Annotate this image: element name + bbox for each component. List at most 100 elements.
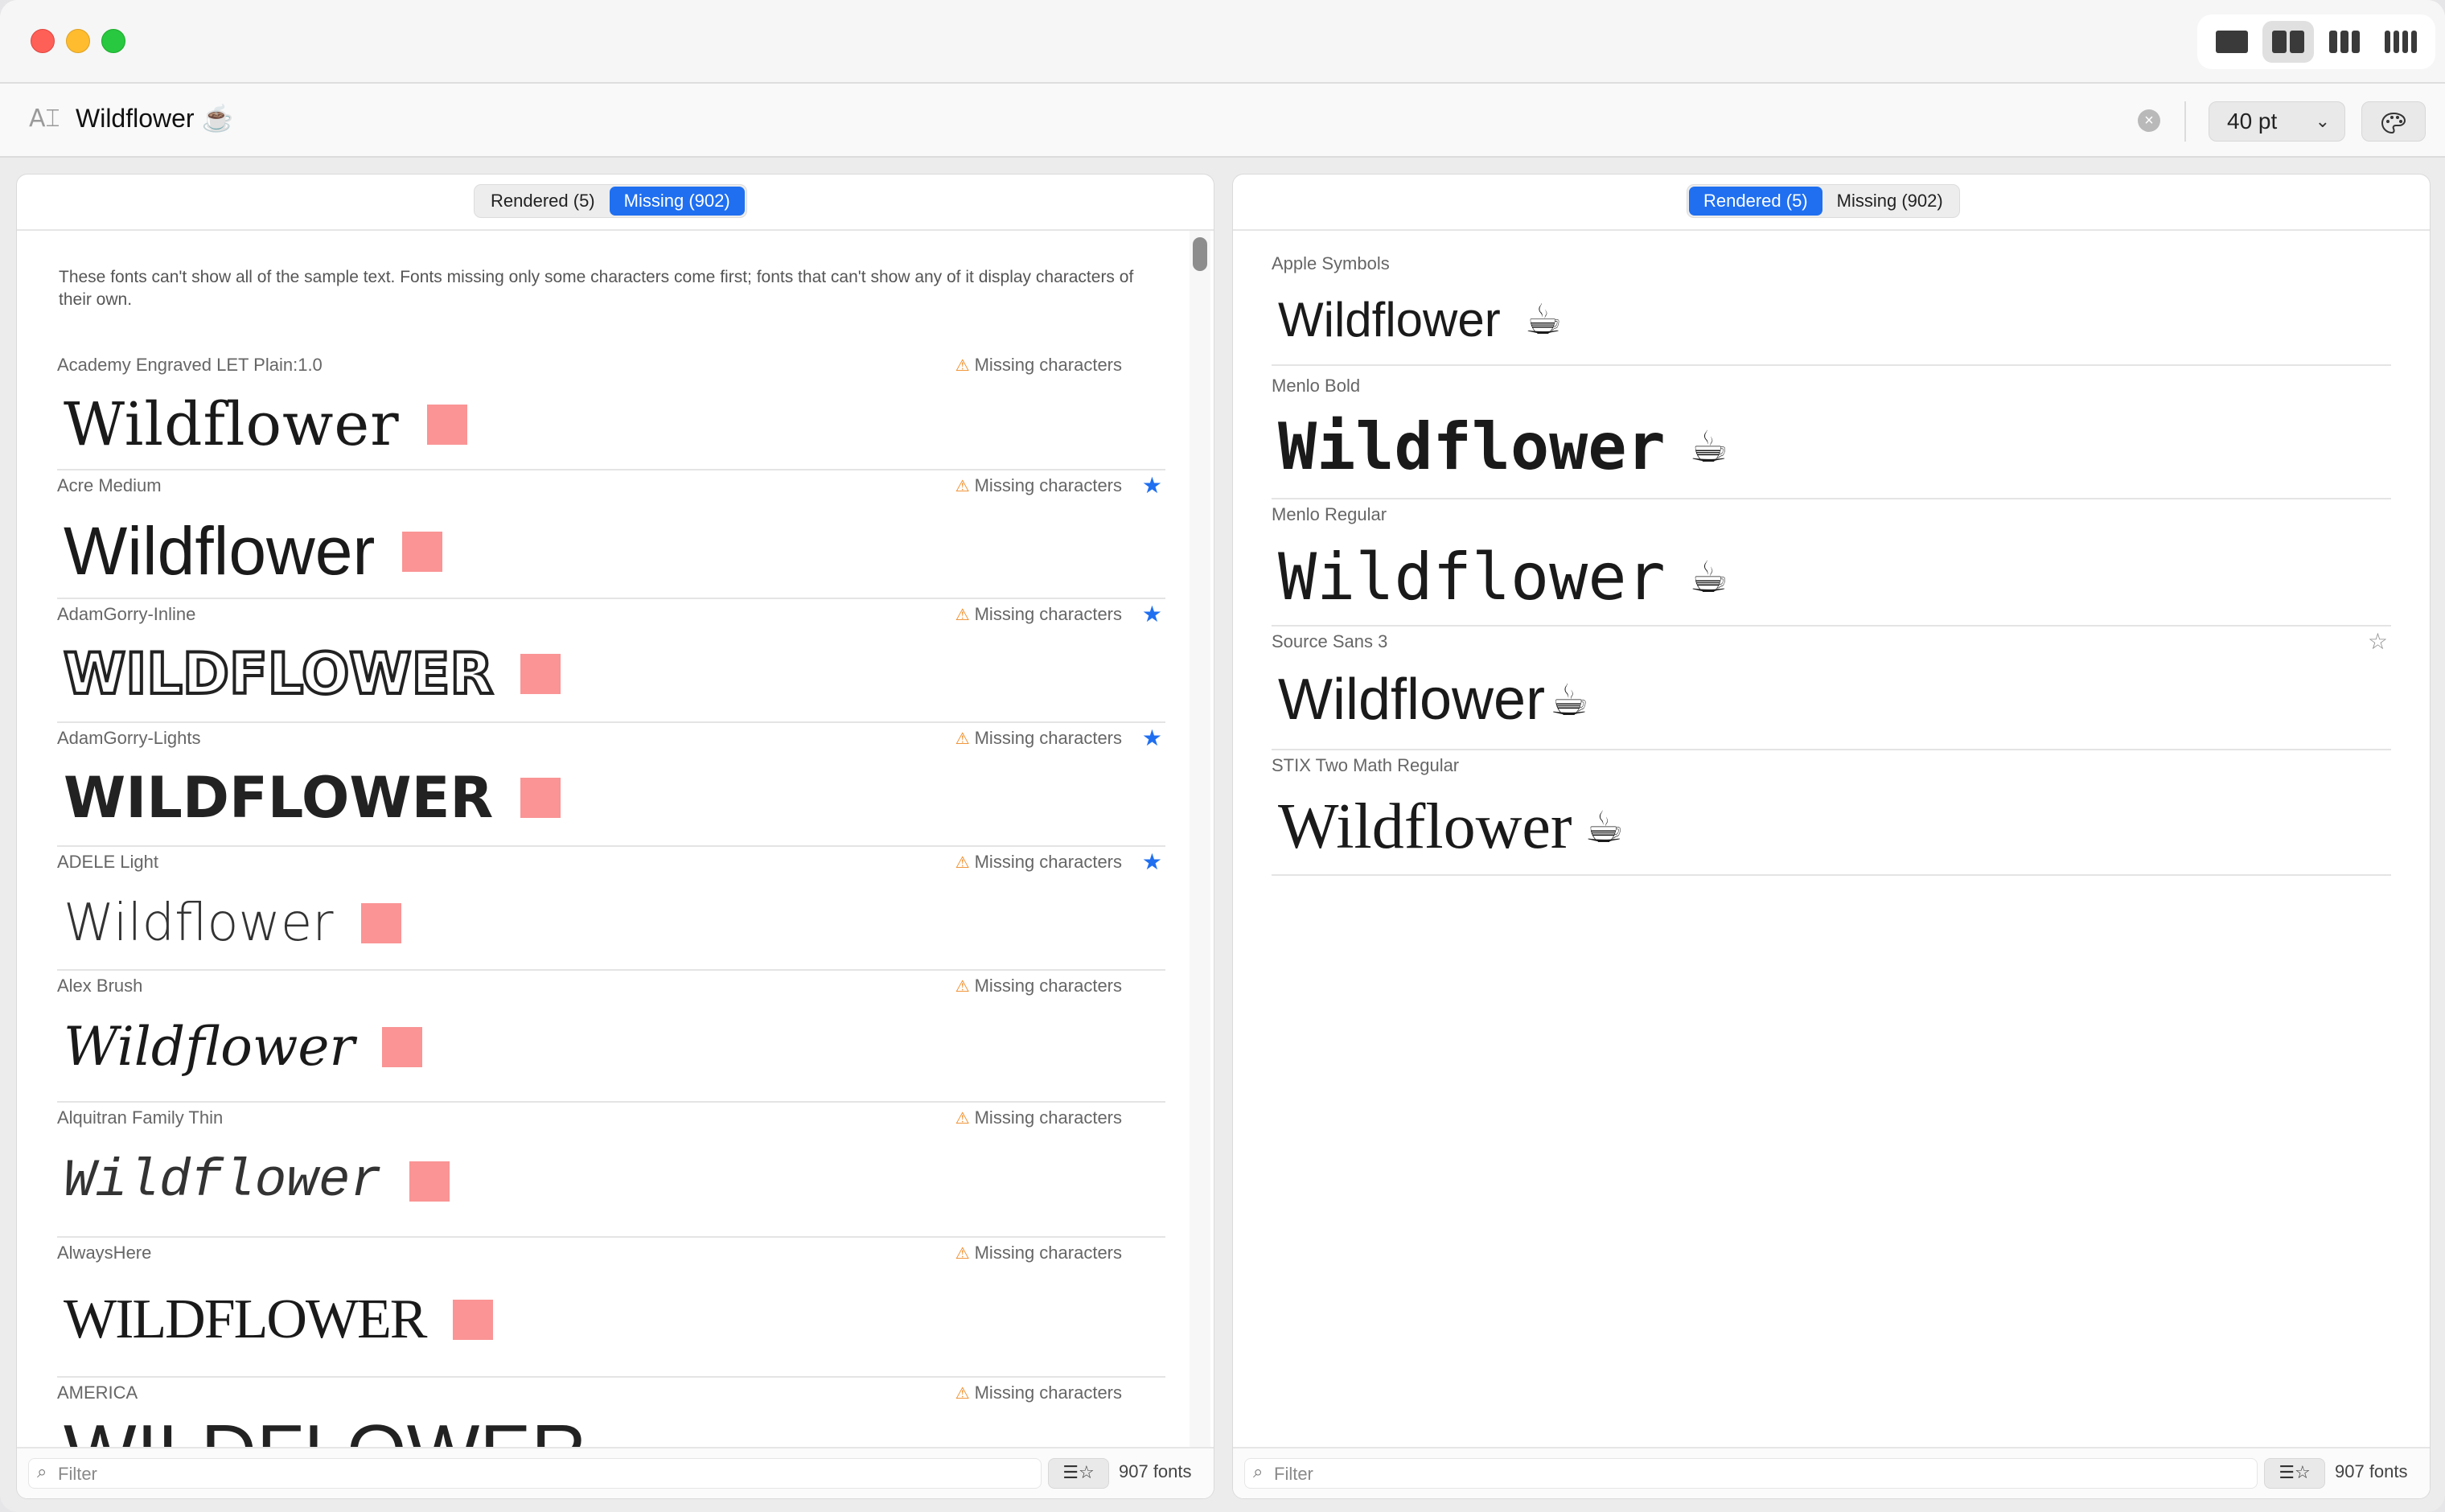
palette-icon xyxy=(2381,112,2406,134)
list-item[interactable]: Academy Engraved LET Plain:1.0 ⚠ Missing … xyxy=(57,351,1165,470)
font-size-select[interactable]: 40 pt ⌄ xyxy=(2209,101,2345,142)
list-item[interactable]: ADELE Light ⚠ Missing characters ★ Wildfl… xyxy=(57,848,1165,971)
font-list[interactable]: Apple Symbols Wildflower ☕ Menlo Bold Wil… xyxy=(1233,231,2430,1447)
star-icon[interactable]: ★ xyxy=(1142,601,1162,627)
sample-text-input[interactable]: Wildflower ☕ xyxy=(76,103,233,134)
pane-header: Rendered (5) Missing (902) xyxy=(17,175,1214,231)
coffee-icon: ☕ xyxy=(1524,295,1563,344)
list-item[interactable]: STIX Two Math Regular Wildflower ☕ xyxy=(1272,752,2391,876)
toolbar-divider xyxy=(2184,101,2186,142)
sort-favorites-button[interactable]: ☰☆ xyxy=(2264,1458,2325,1489)
font-name: AlwaysHere xyxy=(57,1243,152,1263)
warning-triangle-icon: ⚠ xyxy=(955,976,970,996)
magnifier-icon: ⌕ xyxy=(1253,1462,1264,1482)
star-icon[interactable]: ★ xyxy=(1142,725,1162,751)
font-name: Academy Engraved LET Plain:1.0 xyxy=(57,355,323,375)
sort-favorites-icon: ☰☆ xyxy=(1062,1463,1095,1483)
font-name: STIX Two Math Regular xyxy=(1272,755,1460,775)
sample-text-bar: A⌶ Wildflower ☕ × 40 pt ⌄ xyxy=(0,84,2445,158)
sort-favorites-button[interactable]: ☰☆ xyxy=(1048,1458,1109,1489)
star-icon[interactable]: ★ xyxy=(1142,472,1162,499)
view-single-column-button[interactable] xyxy=(2206,21,2258,63)
pane-footer: ⌕ Filter ☰☆ 907 fonts xyxy=(1233,1447,2430,1498)
filter-input[interactable]: ⌕ Filter xyxy=(28,1458,1042,1489)
zoom-window-button[interactable] xyxy=(101,29,125,53)
list-item[interactable]: AlwaysHere ⚠ Missing characters WILDFLOWE… xyxy=(57,1239,1165,1378)
missing-characters-badge: ⚠ Missing characters xyxy=(955,728,1122,748)
clear-circle-icon[interactable]: × xyxy=(2138,109,2160,132)
font-sample: WILDFLOWER xyxy=(64,1408,655,1447)
missing-glyph-box xyxy=(520,778,561,818)
tab-rendered[interactable]: Rendered (5) xyxy=(476,187,610,216)
font-name: ADELE Light xyxy=(57,852,158,872)
font-sample: Wildflower xyxy=(64,1151,450,1211)
missing-characters-badge: ⚠ Missing characters xyxy=(955,1383,1122,1403)
font-size-value: 40 pt xyxy=(2227,109,2278,134)
warning-triangle-icon: ⚠ xyxy=(955,1243,970,1263)
font-sample: Wildflower ☕ xyxy=(1278,540,1729,614)
list-item[interactable]: AdamGorry-Lights ⚠ Missing characters ★ W… xyxy=(57,725,1165,847)
font-name: AdamGorry-Inline xyxy=(57,604,196,624)
app-window: A⌶ Wildflower ☕ × 40 pt ⌄ Rendered (5) M… xyxy=(0,0,2445,1512)
list-item[interactable]: AMERICA ⚠Missing characters WILDFLOWER xyxy=(57,1379,1165,1447)
font-list[interactable]: These fonts can't show all of the sample… xyxy=(17,231,1214,1447)
font-sample: Wildflower xyxy=(64,512,443,590)
list-item[interactable]: Menlo Bold Wildflower ☕ xyxy=(1272,372,2391,499)
star-icon[interactable]: ☆ xyxy=(2368,628,2388,655)
palette-button[interactable] xyxy=(2361,101,2426,142)
magnifier-icon: ⌕ xyxy=(37,1462,47,1482)
list-item[interactable]: Alquitran Family Thin ⚠ Missing character… xyxy=(57,1104,1165,1238)
list-item[interactable]: Menlo Regular Wildflower ☕ xyxy=(1272,501,2391,627)
warning-triangle-icon: ⚠ xyxy=(955,605,970,624)
missing-characters-badge: ⚠ Missing characters xyxy=(955,604,1122,624)
list-item[interactable]: Apple Symbols Wildflower ☕ xyxy=(1272,250,2391,366)
font-sample: WILDFLOWER xyxy=(64,765,561,831)
font-sample: Wildflower ☕ xyxy=(1278,293,1563,347)
coffee-icon: ☕ xyxy=(1689,552,1729,602)
warning-triangle-icon: ⚠ xyxy=(955,355,970,375)
list-item[interactable]: Source Sans 3 ☆ Wildflower ☕ xyxy=(1272,628,2391,750)
font-name: Source Sans 3 xyxy=(1272,631,1388,651)
one-column-icon xyxy=(2216,31,2248,53)
tab-missing[interactable]: Missing (902) xyxy=(609,187,745,216)
warning-triangle-icon: ⚠ xyxy=(955,476,970,495)
font-name: Menlo Bold xyxy=(1272,376,1361,396)
font-sample: Wildflower ☕ xyxy=(1278,791,1624,862)
font-sample: Wildflower xyxy=(64,894,401,953)
tab-missing[interactable]: Missing (902) xyxy=(1822,187,1958,216)
tab-rendered[interactable]: Rendered (5) xyxy=(1689,187,1822,216)
scrollbar-thumb[interactable] xyxy=(1193,237,1207,271)
view-three-columns-button[interactable] xyxy=(2319,21,2370,63)
coffee-icon: ☕ xyxy=(1584,802,1624,853)
font-count: 907 fonts xyxy=(1119,1461,1192,1481)
warning-triangle-icon: ⚠ xyxy=(955,1108,970,1128)
list-item[interactable]: AdamGorry-Inline ⚠ Missing characters ★ W… xyxy=(57,601,1165,723)
missing-fonts-pane: Rendered (5) Missing (902) These fonts c… xyxy=(16,174,1214,1499)
font-sample: Wildflower xyxy=(64,390,467,459)
tab-segment: Rendered (5) Missing (902) xyxy=(1687,184,1960,218)
list-item[interactable]: Alex Brush ⚠ Missing characters Wildflowe… xyxy=(57,972,1165,1103)
font-name: Apple Symbols xyxy=(1272,253,1390,273)
coffee-icon: ☕ xyxy=(1689,421,1729,472)
missing-notice: These fonts can't show all of the sample… xyxy=(59,268,1134,309)
font-name: Acre Medium xyxy=(57,475,162,495)
font-name: AdamGorry-Lights xyxy=(57,728,201,748)
sort-favorites-icon: ☰☆ xyxy=(2279,1463,2311,1483)
view-two-columns-button[interactable] xyxy=(2262,21,2314,63)
tab-segment: Rendered (5) Missing (902) xyxy=(474,184,747,218)
close-window-button[interactable] xyxy=(31,29,55,53)
star-icon[interactable]: ★ xyxy=(1142,848,1162,875)
scrollbar-track[interactable] xyxy=(1190,231,1210,1447)
list-item[interactable]: Acre Medium ⚠ Missing characters ★ Wildfl… xyxy=(57,472,1165,599)
four-columns-icon xyxy=(2385,31,2417,53)
two-columns-icon xyxy=(2272,31,2304,53)
missing-glyph-box xyxy=(520,654,561,694)
missing-glyph-box xyxy=(426,405,467,445)
view-four-columns-button[interactable] xyxy=(2375,21,2427,63)
font-name: Alex Brush xyxy=(57,976,143,996)
minimize-window-button[interactable] xyxy=(66,29,90,53)
font-sample: Wildflower ☕ xyxy=(1278,409,1729,484)
filter-input[interactable]: ⌕ Filter xyxy=(1244,1458,2258,1489)
rendered-fonts-pane: Rendered (5) Missing (902) Apple Symbols… xyxy=(1232,174,2431,1499)
pane-header: Rendered (5) Missing (902) xyxy=(1233,175,2430,231)
